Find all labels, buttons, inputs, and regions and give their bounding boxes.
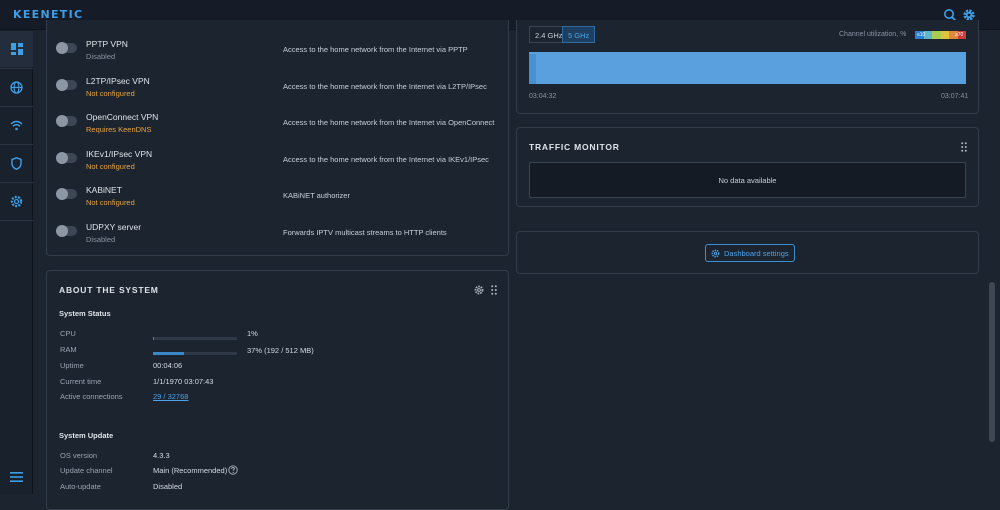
vpn-status: Disabled [86, 52, 116, 61]
vpn-status: Not configured [86, 198, 135, 207]
vpn-description: KABiNET authorizer [283, 191, 350, 200]
gear-icon[interactable] [474, 285, 484, 295]
dashboard-icon [10, 43, 23, 55]
page-scrollbar[interactable] [989, 282, 995, 442]
vpn-description: Access to the home network from the Inte… [283, 154, 489, 164]
toggle-knob [56, 115, 68, 127]
menu-icon [10, 472, 23, 482]
utilization-graph [529, 52, 966, 84]
dashboard-settings-label: Dashboard settings [724, 248, 789, 258]
sidebar-item-menu[interactable] [0, 459, 33, 495]
legend-high: ≥70 [955, 32, 964, 38]
traffic-monitor-card: TRAFFIC MONITOR No data available [516, 127, 979, 207]
cpu-label: CPU [60, 329, 76, 338]
uptime-label: Uptime [60, 361, 84, 370]
vpn-toggle[interactable] [56, 188, 77, 200]
vpn-toggle[interactable] [56, 151, 77, 164]
ram-progress-bar [153, 352, 237, 355]
toggle-knob [56, 188, 68, 200]
vpn-row: IKEv1/IPsec VPN Not configured Access to t… [47, 144, 507, 180]
wifi-utilization-card: 2.4 GHz 5 GHz Channel utilization, % ≤10 … [516, 20, 979, 114]
toggle-knob [56, 78, 68, 91]
sidebar-nav [0, 30, 33, 494]
sidebar-item-security[interactable] [0, 145, 33, 181]
vpn-servers-card: PPTP VPN Disabled Access to the home netwo… [46, 20, 509, 256]
auto-update-value: Disabled [153, 482, 183, 491]
update-channel-value: Main (Recommended) [153, 466, 228, 475]
vpn-status: Not configured [86, 88, 135, 98]
vpn-toggle[interactable] [56, 115, 77, 127]
toggle-knob [56, 224, 68, 237]
vpn-description: Access to the home network from the Inte… [283, 45, 468, 54]
drag-handle-icon[interactable] [491, 285, 497, 295]
dashboard-settings-card: Dashboard settings [516, 231, 979, 274]
sidebar-item-settings[interactable] [0, 183, 33, 219]
globe-icon [10, 80, 23, 94]
vpn-toggle[interactable] [56, 224, 77, 237]
vpn-description: Access to the home network from the Inte… [283, 81, 487, 91]
vpn-row: UDPXY server Disabled Forwards IPTV multic… [47, 217, 507, 253]
current-time-value: 1/1/1970 03:07:43 [153, 377, 214, 386]
system-status-title: System Status [59, 309, 111, 318]
vpn-name[interactable]: KABiNET [86, 185, 122, 195]
gear-icon [10, 195, 23, 207]
sidebar-item-internet[interactable] [0, 69, 33, 105]
auto-update-label: Auto-update [60, 482, 101, 491]
vpn-status: Not configured [86, 161, 135, 171]
legend-low: ≤10 [917, 32, 926, 38]
wifi-icon [10, 120, 23, 130]
toggle-knob [56, 151, 68, 164]
uptime-value: 00:04:06 [153, 361, 183, 370]
card-title: TRAFFIC MONITOR [529, 142, 620, 152]
sidebar-divider [0, 220, 33, 221]
system-update-title: System Update [59, 431, 114, 440]
card-title: ABOUT THE SYSTEM [59, 285, 159, 295]
graph-time-end: 03:07:41 [941, 93, 969, 100]
dashboard-settings-button[interactable]: Dashboard settings [705, 244, 795, 262]
wifi-band-tab[interactable]: 5 GHz [562, 26, 596, 43]
graph-time-start: 03:04:32 [529, 93, 557, 100]
utilization-label: Channel utilization, % [839, 31, 907, 38]
os-version-value: 4.3.3 [153, 451, 170, 460]
gear-icon [711, 249, 720, 257]
vpn-name[interactable]: IKEv1/IPsec VPN [86, 149, 152, 159]
vpn-description: Forwards IPTV multicast streams to HTTP … [283, 227, 447, 237]
about-system-card: ABOUT THE SYSTEM System Status CPU 1% RA… [46, 270, 509, 510]
update-channel-label: Update channel [60, 466, 113, 475]
vpn-name[interactable]: OpenConnect VPN [86, 112, 158, 122]
vpn-name[interactable]: UDPXY server [86, 222, 141, 232]
active-connections-link[interactable]: 29 / 32768 [153, 392, 188, 401]
drag-handle-icon[interactable] [961, 142, 967, 152]
help-icon[interactable] [228, 465, 238, 475]
ram-value: 37% (192 / 512 MB) [247, 346, 314, 355]
vpn-row: L2TP/IPsec VPN Not configured Access to th… [47, 71, 507, 107]
cpu-progress-fill [153, 337, 154, 340]
vpn-toggle[interactable] [56, 78, 77, 91]
vpn-row: KABiNET Not configured KABiNET authorizer [47, 180, 507, 216]
sidebar-item-dashboard[interactable] [0, 31, 33, 67]
vpn-name[interactable]: PPTP VPN [86, 39, 128, 49]
sidebar-item-wifi[interactable] [0, 107, 33, 143]
cpu-value: 1% [247, 329, 258, 338]
current-time-label: Current time [60, 377, 102, 386]
vpn-name[interactable]: L2TP/IPsec VPN [86, 76, 150, 86]
active-connections-label: Active connections [60, 392, 123, 401]
vpn-toggle[interactable] [56, 42, 77, 54]
vpn-row: PPTP VPN Disabled Access to the home netwo… [47, 34, 507, 70]
cpu-progress-bar [153, 337, 237, 340]
vpn-row: OpenConnect VPN Requires KeenDNS Access to… [47, 107, 507, 143]
toggle-knob [56, 42, 68, 54]
vpn-status: Disabled [86, 234, 116, 244]
ram-progress-fill [153, 352, 185, 355]
os-version-label: OS version [60, 451, 98, 460]
vpn-description: Access to the home network from the Inte… [283, 118, 495, 127]
traffic-empty-message: No data available [529, 162, 966, 198]
ram-label: RAM [60, 345, 77, 354]
utilization-graph-start [529, 54, 536, 84]
vpn-status: Requires KeenDNS [86, 125, 152, 134]
shield-icon [11, 156, 22, 170]
